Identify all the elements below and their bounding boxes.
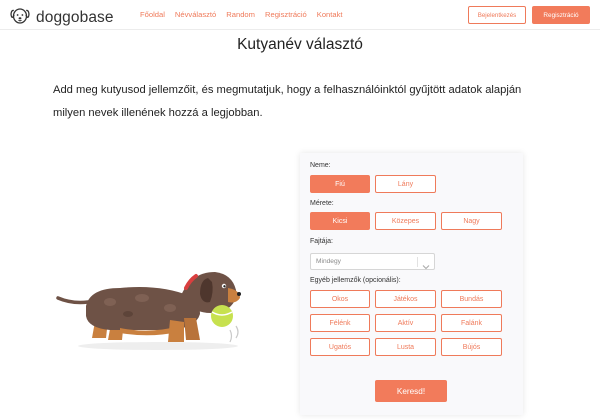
name-finder-form: Neme: Fiú Lány Mérete: Kicsi Közepes Nag… (300, 153, 523, 415)
main-nav: Főoldal Névválasztó Random Regisztráció … (140, 10, 353, 19)
size-option-kicsi[interactable]: Kicsi (310, 212, 370, 230)
breed-label: Fajtája: (310, 238, 333, 245)
breed-select[interactable]: Mindegy (310, 253, 435, 270)
size-option-kozepes[interactable]: Közepes (375, 212, 436, 230)
nav-link-nevvalaszto[interactable]: Névválasztó (175, 10, 216, 19)
dog-face-icon (9, 4, 31, 31)
trait-option-jatekos[interactable]: Játékos (375, 290, 436, 308)
nav-link-regisztracio[interactable]: Regisztráció (265, 10, 307, 19)
nav-link-fooldal[interactable]: Főoldal (140, 10, 165, 19)
nav-link-kontakt[interactable]: Kontakt (317, 10, 343, 19)
gender-option-fiu[interactable]: Fiú (310, 175, 370, 193)
intro-text: Add meg kutyusod jellemzőit, és megmutat… (53, 84, 522, 119)
dachshund-illustration (50, 258, 250, 363)
trait-option-ugatos[interactable]: Ugatós (310, 338, 370, 356)
login-button[interactable]: Bejelentkezés (468, 6, 526, 24)
select-separator (417, 257, 418, 267)
breed-select-value: Mindegy (316, 258, 341, 265)
top-navigation-bar: doggobase Főoldal Névválasztó Random Reg… (0, 0, 600, 30)
trait-option-aktiv[interactable]: Aktív (375, 314, 436, 332)
logo-text: doggobase (36, 8, 114, 26)
trait-option-falank[interactable]: Falánk (441, 314, 502, 332)
trait-option-bujos[interactable]: Bújós (441, 338, 502, 356)
size-label: Mérete: (310, 200, 334, 207)
trait-option-bundas[interactable]: Bundás (441, 290, 502, 308)
trait-option-okos[interactable]: Okos (310, 290, 370, 308)
logo[interactable]: doggobase (9, 4, 114, 31)
chevron-down-icon (422, 258, 430, 276)
size-option-nagy[interactable]: Nagy (441, 212, 502, 230)
page-title: Kutyanév választó (237, 36, 363, 53)
gender-option-lany[interactable]: Lány (375, 175, 436, 193)
trait-option-felenk[interactable]: Félénk (310, 314, 370, 332)
gender-label: Neme: (310, 162, 331, 169)
traits-label: Egyéb jellemzők (opcionális): (310, 277, 401, 284)
nav-link-random[interactable]: Random (226, 10, 255, 19)
trait-option-lusta[interactable]: Lusta (375, 338, 436, 356)
register-button[interactable]: Regisztráció (532, 6, 590, 24)
search-submit-button[interactable]: Keresd! (375, 380, 447, 402)
